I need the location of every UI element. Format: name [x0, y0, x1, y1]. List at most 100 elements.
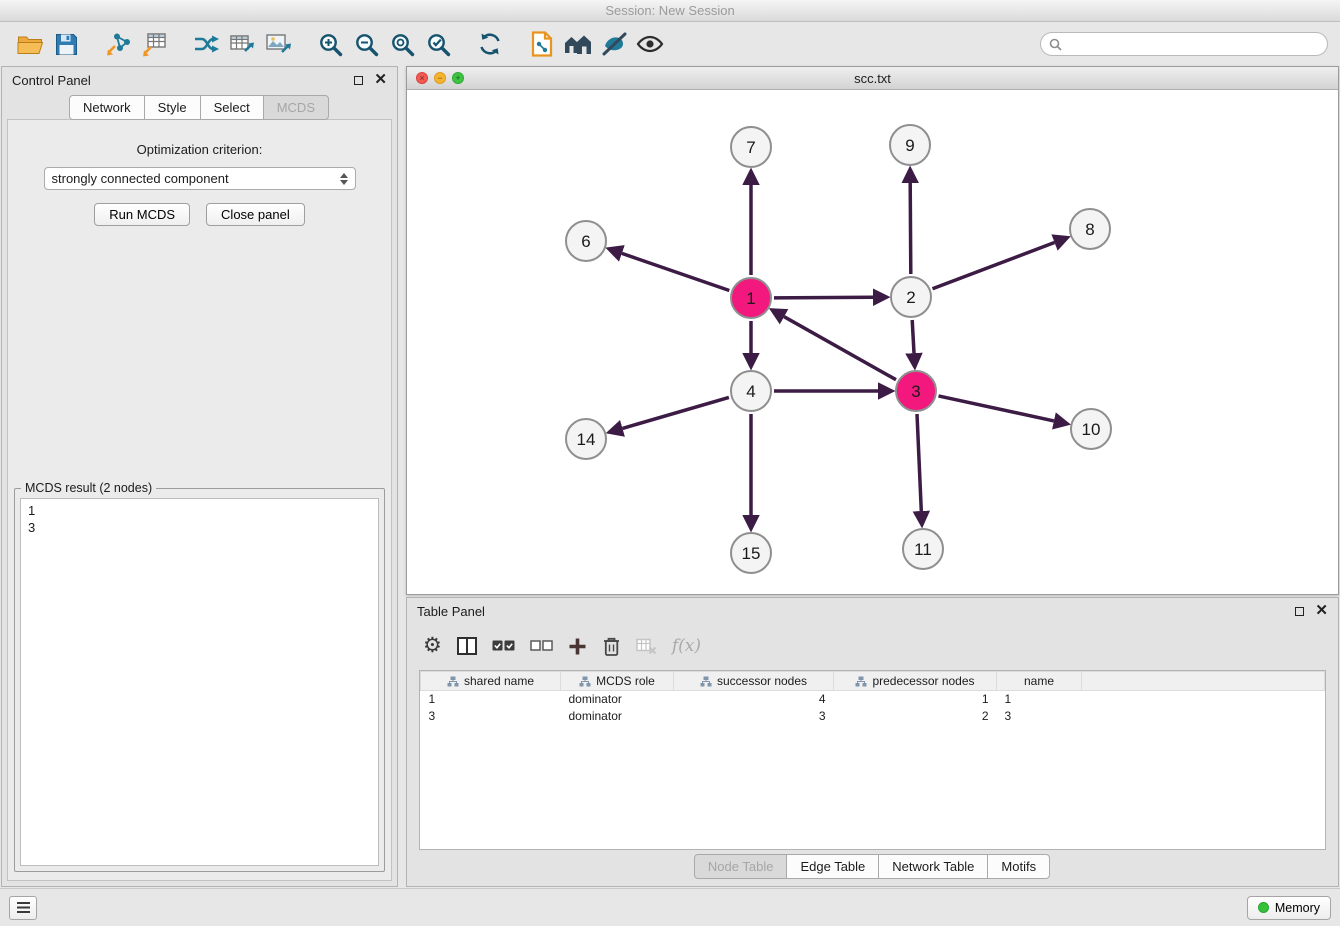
column-header-mcds-role[interactable]: MCDS role — [561, 672, 674, 691]
svg-text:10: 10 — [1082, 420, 1101, 439]
tab-network[interactable]: Network — [69, 95, 145, 120]
open-session-button[interactable] — [12, 26, 48, 62]
export-table-button[interactable] — [224, 26, 260, 62]
cell-shared-name[interactable]: 1 — [421, 691, 561, 708]
graph-edge-2-8[interactable] — [933, 243, 1055, 289]
column-tree-icon — [447, 676, 459, 687]
float-control-panel-icon[interactable] — [354, 76, 363, 85]
tab-motifs[interactable]: Motifs — [987, 854, 1050, 879]
close-control-panel-icon[interactable]: ✕ — [374, 75, 387, 85]
graph-edge-3-11[interactable] — [917, 414, 921, 511]
close-window-icon[interactable]: × — [416, 72, 428, 84]
network-canvas[interactable]: 7 9 6 8 1 2 4 3 14 10 15 11 — [407, 90, 1338, 594]
zoom-out-button[interactable] — [348, 26, 384, 62]
column-header-filler — [1082, 672, 1325, 691]
search-box[interactable] — [1040, 32, 1328, 56]
graph-node-11[interactable]: 11 — [903, 529, 943, 569]
tab-node-table[interactable]: Node Table — [694, 854, 788, 879]
graph-node-14[interactable]: 14 — [566, 419, 606, 459]
import-table-button[interactable] — [136, 26, 172, 62]
table-row[interactable]: 1 dominator 4 1 1 — [421, 691, 1325, 708]
mcds-result-item[interactable]: 3 — [28, 519, 371, 536]
dropdown-selected-value: strongly connected component — [52, 171, 229, 186]
hide-graphics-button[interactable] — [596, 26, 632, 62]
graph-node-8[interactable]: 8 — [1070, 209, 1110, 249]
graph-node-15[interactable]: 15 — [731, 533, 771, 573]
column-header-predecessor-nodes[interactable]: predecessor nodes — [834, 672, 997, 691]
tab-network-table[interactable]: Network Table — [878, 854, 988, 879]
tab-select[interactable]: Select — [200, 95, 264, 120]
svg-text:3: 3 — [911, 382, 920, 401]
close-panel-button[interactable]: Close panel — [206, 203, 305, 226]
maximize-window-icon[interactable]: + — [452, 72, 464, 84]
mcds-result-list[interactable]: 1 3 — [20, 498, 379, 866]
search-input[interactable] — [1067, 37, 1319, 52]
show-graphics-button[interactable] — [632, 26, 668, 62]
graph-edge-3-1[interactable] — [784, 317, 896, 380]
open-folder-icon — [17, 33, 43, 55]
column-tree-icon — [855, 676, 867, 687]
optimization-dropdown[interactable]: strongly connected component — [44, 167, 356, 190]
import-network-button[interactable] — [100, 26, 136, 62]
table-row[interactable]: 3 dominator 3 2 3 — [421, 708, 1325, 725]
graph-node-9[interactable]: 9 — [890, 125, 930, 165]
close-table-panel-icon[interactable]: ✕ — [1315, 606, 1328, 616]
network-window-titlebar[interactable]: × − + scc.txt — [407, 67, 1338, 90]
function-builder-button[interactable]: f(x) — [672, 636, 701, 656]
minimize-window-icon[interactable]: − — [434, 72, 446, 84]
cell-predecessor-nodes[interactable]: 1 — [834, 691, 997, 708]
cell-successor-nodes[interactable]: 4 — [674, 691, 834, 708]
float-table-panel-icon[interactable] — [1295, 607, 1304, 616]
graph-node-1[interactable]: 1 — [731, 278, 771, 318]
cell-predecessor-nodes[interactable]: 2 — [834, 708, 997, 725]
graph-edge-1-6[interactable] — [622, 253, 729, 290]
graph-node-2[interactable]: 2 — [891, 277, 931, 317]
cell-name[interactable]: 1 — [997, 691, 1082, 708]
session-document-button[interactable] — [524, 26, 560, 62]
export-image-button[interactable] — [260, 26, 296, 62]
zoom-fit-button[interactable] — [384, 26, 420, 62]
run-mcds-button[interactable]: Run MCDS — [94, 203, 190, 226]
graph-edge-2-9[interactable] — [910, 183, 911, 274]
tab-edge-table[interactable]: Edge Table — [786, 854, 879, 879]
column-header-name[interactable]: name — [997, 672, 1082, 691]
save-session-button[interactable] — [48, 26, 84, 62]
cell-shared-name[interactable]: 3 — [421, 708, 561, 725]
graph-edge-2-3[interactable] — [912, 320, 914, 353]
mcds-result-item[interactable]: 1 — [28, 502, 371, 519]
column-header-successor-nodes[interactable]: successor nodes — [674, 672, 834, 691]
svg-text:1: 1 — [746, 289, 755, 308]
cell-name[interactable]: 3 — [997, 708, 1082, 725]
graph-node-4[interactable]: 4 — [731, 371, 771, 411]
unselect-all-icon[interactable] — [530, 639, 553, 653]
graph-node-10[interactable]: 10 — [1071, 409, 1111, 449]
show-columns-icon[interactable] — [457, 637, 477, 655]
memory-button[interactable]: Memory — [1247, 896, 1331, 920]
zoom-in-button[interactable] — [312, 26, 348, 62]
select-all-icon[interactable] — [492, 639, 515, 653]
delete-row-button[interactable] — [602, 636, 621, 657]
tab-style[interactable]: Style — [144, 95, 201, 120]
graph-edge-1-2[interactable] — [774, 297, 873, 298]
cell-successor-nodes[interactable]: 3 — [674, 708, 834, 725]
delete-table-button[interactable] — [636, 637, 657, 655]
add-row-button[interactable] — [568, 637, 587, 656]
graph-edge-4-14[interactable] — [623, 397, 729, 428]
network-view-window: × − + scc.txt 7 9 6 8 1 2 4 3 14 10 15 11 — [406, 66, 1339, 595]
graph-edge-3-10[interactable] — [939, 396, 1054, 421]
column-header-shared-name[interactable]: shared name — [421, 672, 561, 691]
home-button[interactable] — [560, 26, 596, 62]
refresh-button[interactable] — [472, 26, 508, 62]
table-settings-gear-icon[interactable]: ⚙ — [423, 636, 442, 656]
cell-mcds-role[interactable]: dominator — [561, 691, 674, 708]
table-panel-title: Table Panel — [417, 604, 485, 619]
graph-node-7[interactable]: 7 — [731, 127, 771, 167]
graph-node-3[interactable]: 3 — [896, 371, 936, 411]
export-network-button[interactable] — [188, 26, 224, 62]
status-menu-button[interactable] — [9, 896, 37, 920]
zoom-selected-button[interactable] — [420, 26, 456, 62]
cell-mcds-role[interactable]: dominator — [561, 708, 674, 725]
graph-node-6[interactable]: 6 — [566, 221, 606, 261]
save-floppy-icon — [55, 33, 78, 56]
tab-mcds[interactable]: MCDS — [263, 95, 329, 120]
